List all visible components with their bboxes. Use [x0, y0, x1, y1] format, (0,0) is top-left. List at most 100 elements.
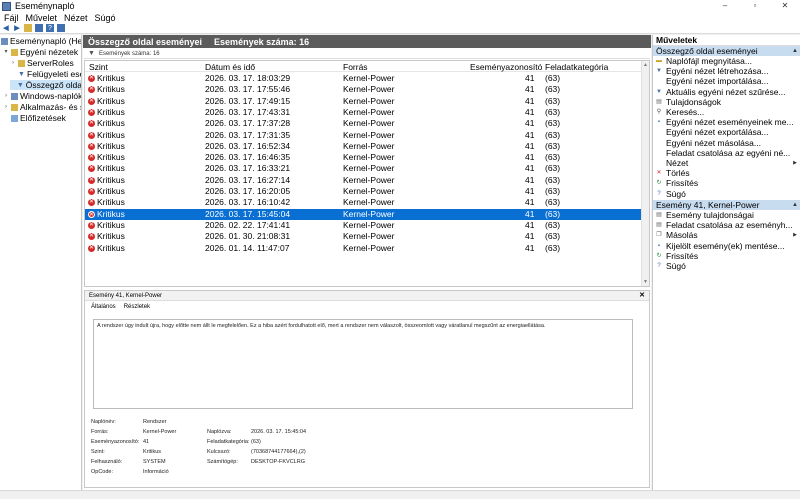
column-task-category[interactable]: Feladatkategória — [545, 62, 608, 72]
critical-error-icon: ✕ — [88, 233, 95, 241]
column-source[interactable]: Forrás — [343, 62, 368, 72]
critical-error-icon: ✕ — [88, 199, 95, 207]
column-datetime[interactable]: Dátum és idő — [205, 62, 255, 72]
action-item[interactable]: ? Súgó — [653, 189, 800, 199]
vertical-scrollbar[interactable]: ▲ ▼ — [641, 61, 649, 286]
cell-task-category: (63) — [545, 231, 561, 242]
tree-node-label: Egyéni nézetek — [20, 47, 79, 57]
cell-datetime: 2026. 03. 17. 17:43:31 — [205, 106, 291, 117]
back-arrow-icon[interactable]: ◀ — [2, 24, 10, 32]
table-row[interactable]: ✕ Kritikus 2026. 03. 17. 17:31:35 Kernel-Po… — [85, 130, 641, 141]
action-item[interactable]: ▼ Egyéni nézet létrehozása... — [653, 66, 800, 76]
show-hide-action-pane-icon[interactable] — [57, 24, 65, 32]
pane-header: Összegző oldal eseményei Események száma… — [83, 35, 651, 48]
cell-task-category: (63) — [545, 197, 561, 208]
cell-task-category: (63) — [545, 163, 561, 174]
detail-close-icon[interactable]: ✕ — [639, 291, 645, 301]
tree-node-admin-events[interactable]: ▼ Felügyeleti ese — [10, 69, 81, 79]
tree-node-subscriptions[interactable]: Előfizetések — [3, 113, 66, 123]
cell-level: Kritikus — [97, 219, 125, 230]
cell-level: Kritikus — [97, 140, 125, 151]
minimize-button[interactable]: – — [710, 0, 740, 12]
table-row[interactable]: ✕ Kritikus 2026. 03. 17. 18:03:29 Kernel-Po… — [85, 73, 641, 84]
chevron-right-icon[interactable]: › — [3, 91, 9, 101]
table-row[interactable]: ✕ Kritikus 2026. 03. 17. 17:49:15 Kernel-Po… — [85, 96, 641, 107]
table-row[interactable]: ✕ Kritikus 2026. 03. 17. 16:52:34 Kernel-Po… — [85, 141, 641, 152]
show-hide-tree-icon[interactable] — [35, 24, 43, 32]
tree-node-serverroles[interactable]: › ServerRoles — [10, 58, 74, 68]
action-item[interactable]: Egyéni nézet exportálása... — [653, 127, 800, 137]
menu-help[interactable]: Súgó — [95, 13, 116, 23]
folder-up-icon[interactable] — [24, 24, 32, 32]
menu-file[interactable]: Fájl — [4, 13, 19, 23]
scroll-up-icon[interactable]: ▲ — [643, 62, 648, 68]
forward-arrow-icon[interactable]: ▶ — [13, 24, 21, 32]
action-item[interactable]: ▪ Egyéni nézet eseményeinek me... — [653, 117, 800, 127]
tree-node-root[interactable]: Eseménynapló (Hel — [1, 36, 81, 46]
tree-node-custom-views[interactable]: ▾ Egyéni nézetek — [3, 47, 78, 57]
action-label: Aktuális egyéni nézet szűrése... — [666, 86, 786, 97]
scroll-down-icon[interactable]: ▼ — [643, 279, 648, 285]
action-item[interactable]: Egyéni nézet importálása... — [653, 76, 800, 86]
column-event-id[interactable]: Eseményazonosító — [470, 62, 542, 72]
help-icon[interactable]: ? — [46, 24, 54, 32]
action-item[interactable]: ↻ Frissítés — [653, 251, 800, 261]
table-row[interactable]: ✕ Kritikus 2026. 03. 17. 16:27:14 Kernel-Po… — [85, 175, 641, 186]
cell-task-category: (63) — [545, 129, 561, 140]
collapse-arrow-icon[interactable]: ▲ — [792, 200, 798, 210]
table-row[interactable]: ✕ Kritikus 2026. 01. 14. 11:47:07 Kernel-Po… — [85, 243, 641, 254]
refresh-icon: ↻ — [656, 252, 662, 259]
action-item[interactable]: ▤ Tulajdonságok — [653, 97, 800, 107]
table-row[interactable]: ✕ Kritikus 2026. 03. 17. 16:10:42 Kernel-Po… — [85, 197, 641, 208]
folder-icon: ▬ — [656, 58, 662, 64]
maximize-button[interactable]: ▫ — [740, 0, 770, 12]
action-item[interactable]: ✕ Törlés — [653, 168, 800, 178]
collapse-arrow-icon[interactable]: ▲ — [792, 46, 798, 56]
tab-general[interactable]: Általános — [91, 304, 116, 310]
action-item[interactable]: ▼ Aktuális egyéni nézet szűrése... — [653, 87, 800, 97]
tree-node-summary-page-events[interactable]: ▼ Összegző olda — [10, 80, 81, 90]
action-item[interactable]: Feladat csatolása az egyéni né... — [653, 148, 800, 158]
tree-node-windows-logs[interactable]: › Windows-naplók — [3, 91, 81, 101]
actions-section-event[interactable]: Esemény 41, Kernel-Power ▲ — [653, 200, 800, 210]
chevron-right-icon[interactable]: › — [3, 102, 9, 112]
table-row[interactable]: ✕ Kritikus 2026. 03. 17. 17:55:46 Kernel-Po… — [85, 84, 641, 95]
menu-action[interactable]: Művelet — [26, 13, 58, 23]
table-row[interactable]: ✕ Kritikus 2026. 03. 17. 16:20:05 Kernel-Po… — [85, 186, 641, 197]
menu-view[interactable]: Nézet — [64, 13, 88, 23]
table-row[interactable]: ✕ Kritikus 2026. 03. 17. 17:43:31 Kernel-Po… — [85, 107, 641, 118]
event-viewer-icon — [1, 37, 8, 45]
field-label-keywords: Kulcsszó: — [207, 449, 231, 455]
table-row[interactable]: ✕ Kritikus 2026. 03. 17. 15:45:04 Kernel-Po… — [85, 208, 641, 220]
action-item[interactable]: Nézet ▶ — [653, 158, 800, 168]
action-item[interactable]: ▤ Esemény tulajdonságai — [653, 210, 800, 220]
cell-level: Kritikus — [97, 118, 125, 129]
action-item[interactable]: Egyéni nézet másolása... — [653, 138, 800, 148]
cell-level: Kritikus — [97, 106, 125, 117]
action-item[interactable]: ▬ Naplófájl megnyitása... — [653, 56, 800, 66]
action-item[interactable]: ▤ Feladat csatolása az eseményh... — [653, 220, 800, 230]
actions-section-view[interactable]: Összegző oldal eseményei ▲ — [653, 46, 800, 56]
table-row[interactable]: ✕ Kritikus 2026. 03. 17. 16:33:21 Kernel-Po… — [85, 163, 641, 174]
chevron-right-icon[interactable]: › — [10, 58, 16, 68]
action-item[interactable]: ? Súgó — [653, 261, 800, 271]
table-row[interactable]: ✕ Kritikus 2026. 02. 22. 17:41:41 Kernel-Po… — [85, 220, 641, 231]
tab-details[interactable]: Részletek — [124, 304, 150, 310]
cell-task-category: (63) — [545, 140, 561, 151]
action-item[interactable]: ↻ Frissítés — [653, 178, 800, 188]
table-row[interactable]: ✕ Kritikus 2026. 01. 30. 21:08:31 Kernel-Po… — [85, 231, 641, 242]
cell-source: Kernel-Power — [343, 106, 395, 117]
action-item[interactable]: ⚲ Keresés... — [653, 107, 800, 117]
action-label: Feladat csatolása az egyéni né... — [666, 147, 791, 158]
chevron-down-icon[interactable]: ▾ — [3, 47, 9, 57]
action-item[interactable]: ❐ Másolás ▶ — [653, 230, 800, 240]
log-icon — [11, 92, 18, 100]
cell-event-id: 41 — [525, 219, 535, 230]
refresh-icon: ↻ — [656, 180, 662, 187]
tree-node-app-service-logs[interactable]: › Alkalmazás- és s — [3, 102, 81, 112]
column-level[interactable]: Szint — [89, 62, 108, 72]
close-button[interactable]: ✕ — [770, 0, 800, 12]
action-item[interactable]: ▪ Kijelölt esemény(ek) mentése... — [653, 241, 800, 251]
table-row[interactable]: ✕ Kritikus 2026. 03. 17. 16:46:35 Kernel-Po… — [85, 152, 641, 163]
table-row[interactable]: ✕ Kritikus 2026. 03. 17. 17:37:28 Kernel-Po… — [85, 118, 641, 129]
